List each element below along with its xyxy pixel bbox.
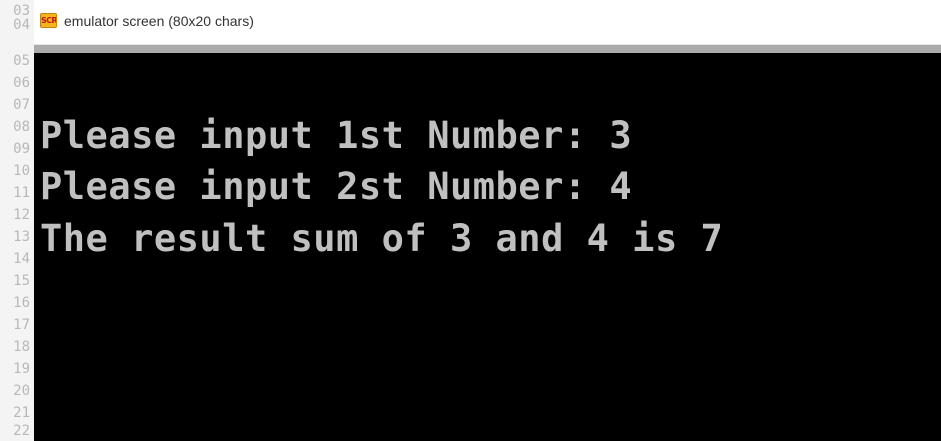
gutter-line-number: 17 (13, 318, 30, 332)
emu8086-app-icon: SCR (40, 13, 57, 28)
gutter-line-number: 03 (13, 4, 30, 18)
window-frame-border (34, 45, 941, 53)
window-titlebar[interactable]: SCR emulator screen (80x20 chars) (34, 0, 941, 45)
gutter-line-number: 16 (13, 296, 30, 310)
editor-line-gutter: 03 04 05 06 07 08 09 10 11 12 13 14 15 1… (0, 0, 35, 441)
gutter-line-number: 07 (13, 98, 30, 112)
gutter-line-number: 19 (13, 362, 30, 376)
gutter-line-number: 08 (13, 120, 30, 134)
gutter-line-number: 21 (13, 406, 30, 420)
gutter-line-number: 18 (13, 340, 30, 354)
gutter-line-number: 10 (13, 164, 30, 178)
desktop-root: 03 04 05 06 07 08 09 10 11 12 13 14 15 1… (0, 0, 941, 441)
gutter-line-number: 06 (13, 76, 30, 90)
gutter-line-number: 22 (13, 424, 30, 438)
console-line: Please input 2st Number: 4 (40, 165, 633, 208)
window-title: emulator screen (80x20 chars) (64, 13, 254, 29)
gutter-line-number: 14 (13, 252, 30, 266)
gutter-line-number: 13 (13, 230, 30, 244)
console-line: The result sum of 3 and 4 is 7 (40, 217, 724, 260)
gutter-line-number: 15 (13, 274, 30, 288)
console-line: Please input 1st Number: 3 (40, 114, 633, 157)
gutter-line-number: 11 (13, 186, 30, 200)
gutter-line-number: 20 (13, 384, 30, 398)
console-screen[interactable]: Please input 1st Number: 3 Please input … (34, 53, 941, 441)
gutter-line-number: 12 (13, 208, 30, 222)
gutter-line-number: 09 (13, 142, 30, 156)
emulator-screen-window[interactable]: SCR emulator screen (80x20 chars) Please… (34, 0, 941, 441)
gutter-line-number: 04 (13, 18, 30, 32)
gutter-line-number: 05 (13, 54, 30, 68)
